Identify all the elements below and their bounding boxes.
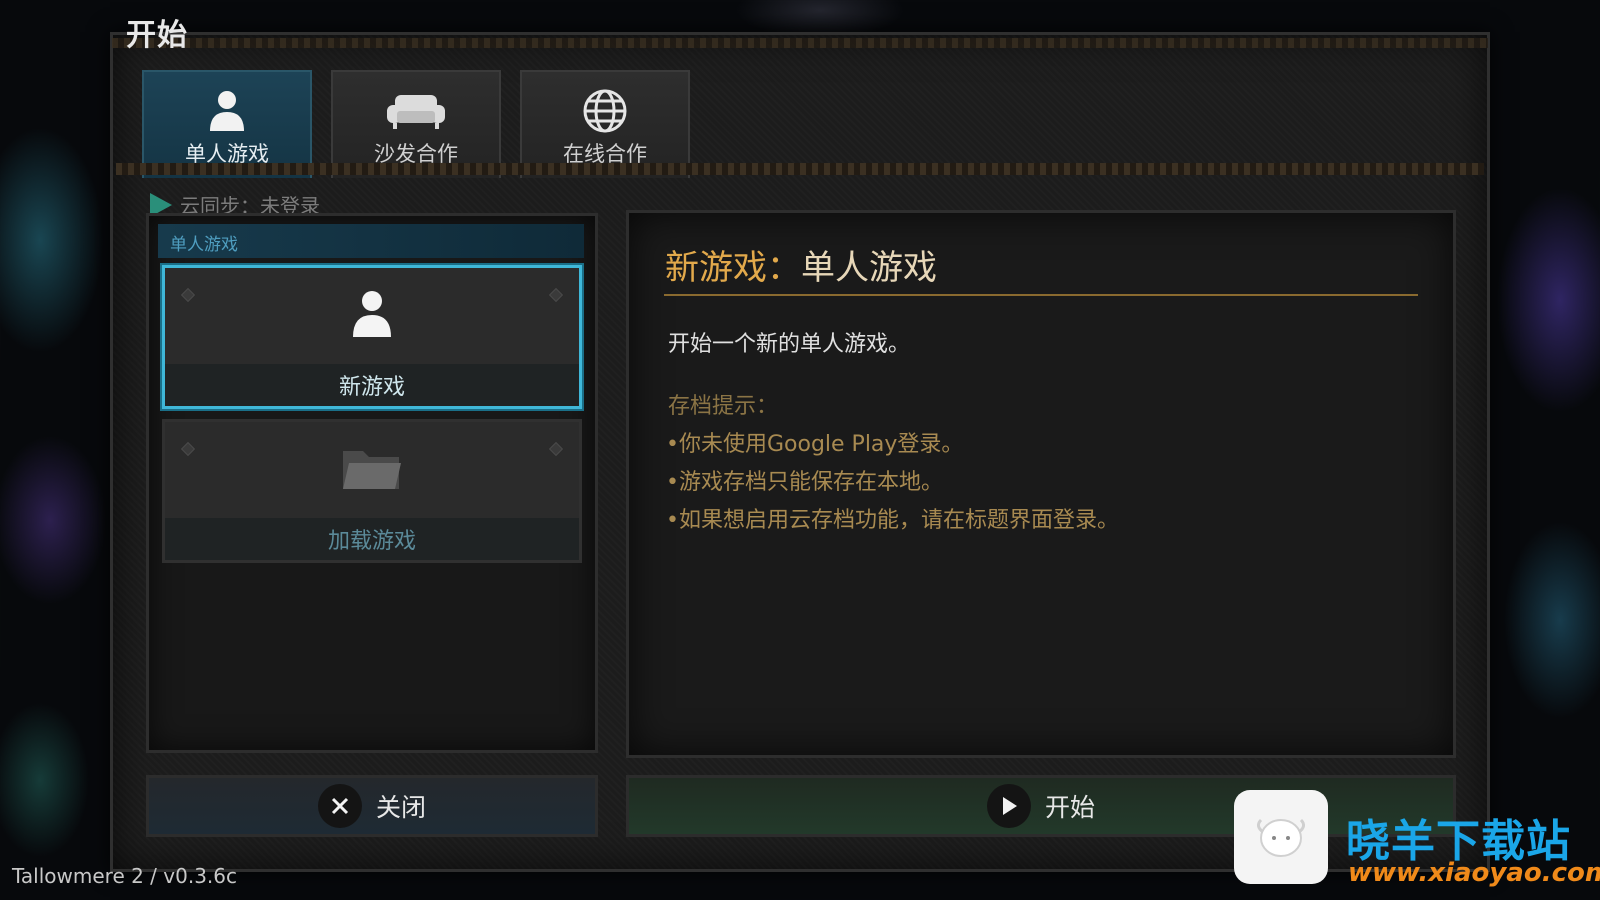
load-game-button[interactable]: 加载游戏 (162, 419, 582, 563)
sofa-icon (385, 86, 447, 136)
version-label: Tallowmere 2 / v0.3.6c (12, 864, 237, 888)
start-label: 开始 (1044, 793, 1095, 822)
sheep-icon (1234, 790, 1328, 884)
tabs-divider (116, 163, 1484, 175)
detail-title-prefix: 新游戏： (665, 248, 801, 288)
tab-single-player[interactable]: 单人游戏 (142, 70, 312, 178)
close-label: 关闭 (375, 793, 426, 822)
new-game-label: 新游戏 (165, 364, 579, 406)
folder-icon (341, 443, 403, 497)
detail-title-main: 单人游戏 (801, 248, 937, 288)
frame-top-trim (112, 38, 1488, 48)
new-game-button[interactable]: 新游戏 (162, 265, 582, 409)
detail-title: 新游戏：单人游戏 (665, 240, 937, 289)
save-hint-line: •游戏存档只能保存在本地。 (666, 470, 943, 495)
save-hint-line: •如果想启用云存档功能，请在标题界面登录。 (666, 508, 1119, 533)
play-icon (986, 784, 1031, 828)
screen-title: 开始 (126, 18, 188, 53)
person-icon (207, 86, 247, 136)
load-game-label: 加载游戏 (165, 518, 579, 560)
close-button[interactable]: 关闭 (146, 775, 598, 837)
detail-description: 开始一个新的单人游戏。 (668, 332, 911, 357)
close-icon (317, 784, 362, 828)
save-hint-title: 存档提示： (668, 394, 779, 419)
globe-icon (582, 86, 628, 136)
tab-couch-coop[interactable]: 沙发合作 (331, 70, 501, 178)
watermark-url: www.xiaoyao.com (1348, 858, 1600, 888)
tab-online-coop[interactable]: 在线合作 (520, 70, 690, 178)
start-button[interactable]: 开始 (626, 775, 1456, 837)
title-divider (664, 294, 1418, 296)
person-icon (350, 289, 394, 343)
save-hint-line: •你未使用Google Play登录。 (666, 432, 964, 457)
section-header: 单人游戏 (158, 224, 584, 258)
